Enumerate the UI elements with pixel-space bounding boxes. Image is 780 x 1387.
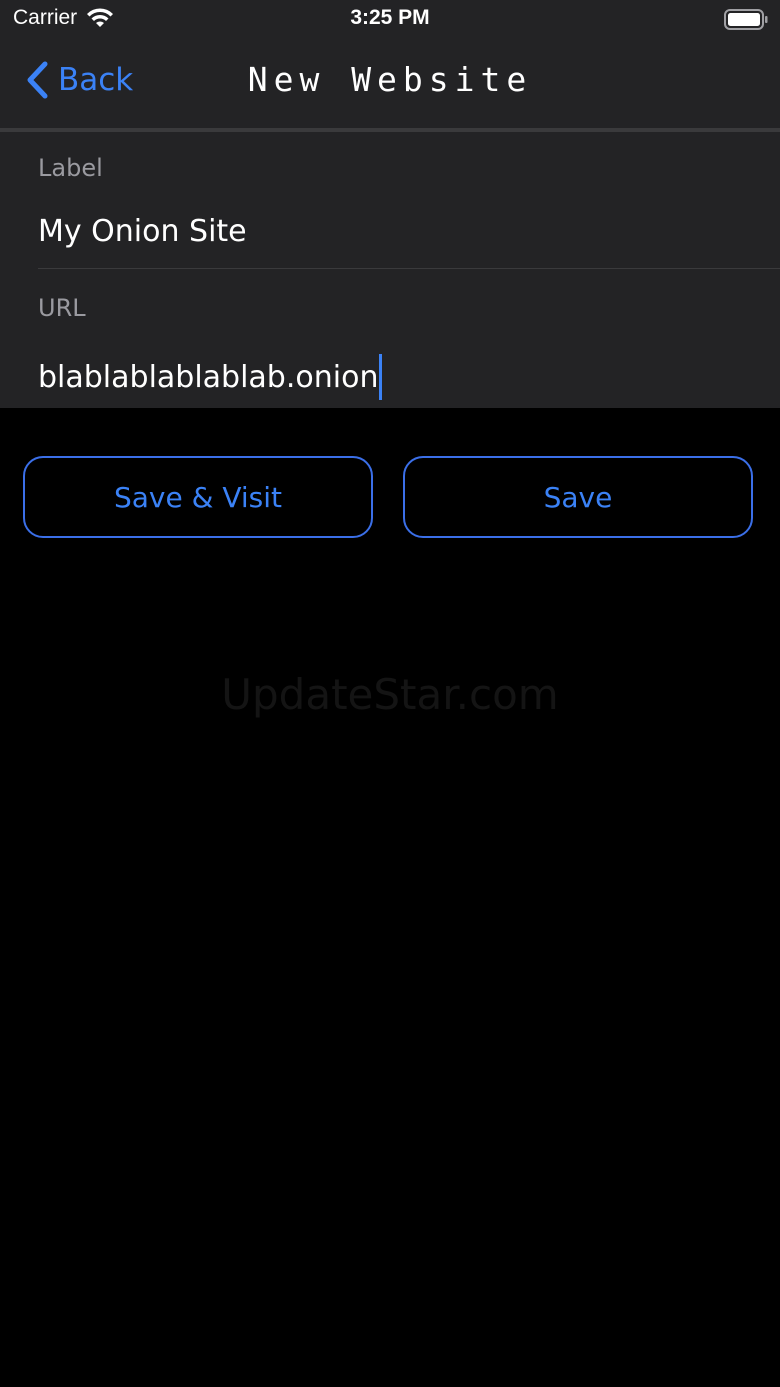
save-and-visit-button[interactable]: Save & Visit [23,456,373,538]
label-input[interactable]: My Onion Site [38,214,247,249]
website-form: Label My Onion Site URL blablablablablab… [0,132,780,408]
url-field-caption: URL [38,294,86,322]
url-input[interactable]: blablablablablab.onion [38,354,383,400]
page-title: New Website [247,60,533,99]
battery-icon [724,9,768,30]
text-cursor [379,354,383,400]
url-input-text: blablablablablab.onion [38,359,379,395]
status-bar: Carrier 3:25 PM [0,0,780,40]
field-divider [38,268,780,269]
status-time: 3:25 PM [350,6,430,29]
label-field-caption: Label [38,154,103,182]
navigation-bar: Back New Website [0,40,780,132]
watermark-text: UpdateStar.com [221,670,559,719]
save-button[interactable]: Save [403,456,753,538]
